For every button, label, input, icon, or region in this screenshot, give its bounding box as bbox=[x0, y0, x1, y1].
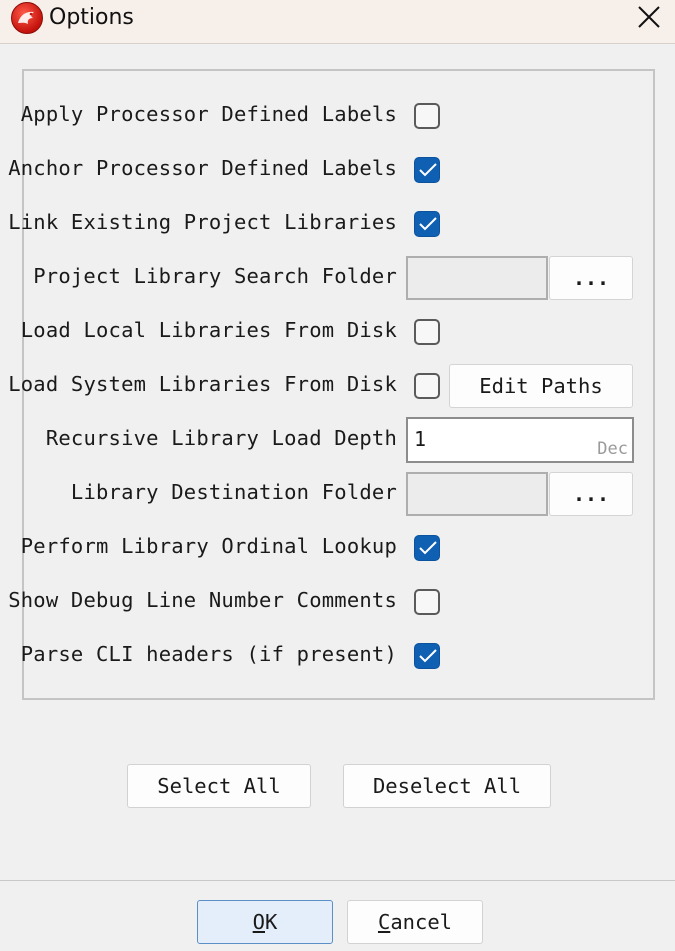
option-label: Load System Libraries From Disk bbox=[8, 372, 397, 396]
checkmark-icon bbox=[419, 649, 437, 663]
library-destination-browse-button[interactable]: ... bbox=[549, 472, 633, 516]
option-label: Perform Library Ordinal Lookup bbox=[20, 534, 397, 558]
checkbox-load-local-libraries[interactable] bbox=[414, 319, 440, 345]
option-label: Project Library Search Folder bbox=[33, 264, 397, 288]
checkmark-icon bbox=[419, 217, 437, 231]
checkbox-perform-library-ordinal-lookup[interactable] bbox=[414, 535, 440, 561]
app-dragon-icon bbox=[11, 2, 43, 34]
checkbox-apply-processor-defined-labels[interactable] bbox=[414, 103, 440, 129]
option-label: Parse CLI headers (if present) bbox=[20, 642, 397, 666]
ok-button[interactable]: OK bbox=[197, 900, 333, 944]
cancel-mnemonic: C bbox=[377, 910, 391, 934]
window-title: Options bbox=[49, 5, 134, 30]
option-label: Anchor Processor Defined Labels bbox=[8, 156, 397, 180]
cancel-button[interactable]: Cancel bbox=[347, 900, 483, 944]
ok-label-rest: K bbox=[265, 910, 278, 934]
deselect-all-button[interactable]: Deselect All bbox=[343, 764, 551, 808]
depth-value: 1 bbox=[414, 427, 427, 451]
checkmark-icon bbox=[419, 163, 437, 177]
library-destination-folder-field[interactable] bbox=[406, 472, 548, 516]
project-library-browse-button[interactable]: ... bbox=[549, 256, 633, 300]
option-label: Apply Processor Defined Labels bbox=[20, 102, 397, 126]
checkbox-parse-cli-headers[interactable] bbox=[414, 643, 440, 669]
edit-paths-button[interactable]: Edit Paths bbox=[449, 364, 633, 408]
radix-indicator: Dec bbox=[597, 439, 628, 459]
checkmark-icon bbox=[419, 541, 437, 555]
recursive-load-depth-input[interactable]: 1 Dec bbox=[406, 417, 634, 463]
close-icon bbox=[638, 6, 660, 28]
option-label: Load Local Libraries From Disk bbox=[20, 318, 397, 342]
cancel-label-rest: ancel bbox=[390, 910, 453, 934]
title-bar: Options bbox=[0, 0, 675, 44]
option-label: Recursive Library Load Depth bbox=[45, 426, 397, 450]
checkbox-link-existing-project-libraries[interactable] bbox=[414, 211, 440, 237]
checkbox-anchor-processor-defined-labels[interactable] bbox=[414, 157, 440, 183]
option-label: Link Existing Project Libraries bbox=[8, 210, 397, 234]
option-label: Library Destination Folder bbox=[70, 480, 397, 504]
checkbox-load-system-libraries[interactable] bbox=[414, 373, 440, 399]
project-library-search-folder-field[interactable] bbox=[406, 256, 548, 300]
ok-mnemonic: O bbox=[252, 910, 265, 934]
close-button[interactable] bbox=[627, 0, 671, 34]
option-label: Show Debug Line Number Comments bbox=[8, 588, 397, 612]
select-all-button[interactable]: Select All bbox=[127, 764, 311, 808]
checkbox-show-debug-line-number-comments[interactable] bbox=[414, 589, 440, 615]
dialog-footer bbox=[0, 880, 675, 951]
